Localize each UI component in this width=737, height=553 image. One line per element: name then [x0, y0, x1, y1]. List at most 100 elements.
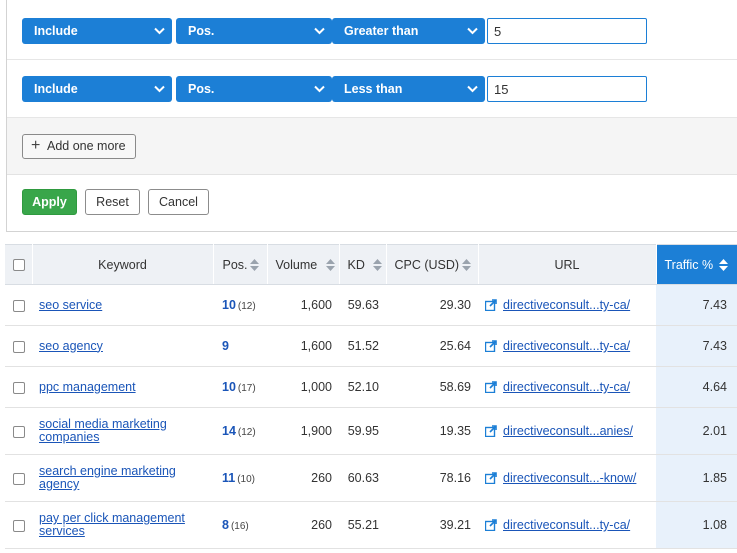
chevron-down-icon — [154, 27, 165, 35]
chevron-down-icon — [314, 27, 325, 35]
keyword-link[interactable]: search engine marketing agency — [39, 464, 176, 491]
url-link[interactable]: directiveconsult...ty-ca/ — [503, 339, 630, 353]
select-all-checkbox[interactable] — [13, 259, 25, 272]
row-checkbox[interactable] — [13, 425, 25, 438]
chevron-down-icon — [154, 85, 165, 93]
column-header-traffic[interactable]: Traffic % — [656, 244, 737, 285]
row-checkbox[interactable] — [13, 472, 25, 485]
table-row: pay per click management services 8 (16) … — [5, 501, 737, 549]
field-dropdown[interactable]: Pos. — [176, 76, 332, 102]
previous-position: (17) — [237, 383, 256, 394]
previous-position: (12) — [237, 301, 256, 312]
external-link-icon[interactable] — [485, 381, 497, 393]
external-link-icon[interactable] — [485, 340, 497, 352]
keyword-link[interactable]: seo agency — [39, 339, 103, 353]
filter-value-input[interactable] — [487, 18, 647, 44]
url-link[interactable]: directiveconsult...anies/ — [503, 424, 633, 438]
position-value[interactable]: 10 — [222, 380, 236, 394]
traffic-cell: 1.85 — [656, 454, 737, 502]
kd-cell: 52.10 — [339, 366, 386, 408]
add-one-more-button[interactable]: + Add one more — [22, 134, 136, 159]
position-value[interactable]: 10 — [222, 298, 236, 312]
cpc-cell: 58.69 — [386, 366, 478, 408]
filter-panel: Include Pos. Greater than Include Pos. L… — [6, 0, 737, 232]
volume-cell: 260 — [267, 501, 339, 549]
table-row: ppc management 10 (17) 1,000 52.10 58.69 … — [5, 366, 737, 408]
kd-cell: 59.63 — [339, 284, 386, 326]
keyword-link[interactable]: ppc management — [39, 380, 136, 394]
plus-icon: + — [31, 137, 41, 154]
url-link[interactable]: directiveconsult...ty-ca/ — [503, 518, 630, 532]
field-dropdown[interactable]: Pos. — [176, 18, 332, 44]
column-header-volume[interactable]: Volume — [267, 244, 340, 285]
keyword-link[interactable]: pay per click management services — [39, 511, 185, 538]
comparator-dropdown[interactable]: Less than — [332, 76, 485, 102]
chevron-down-icon — [467, 85, 478, 93]
external-link-icon[interactable] — [485, 472, 497, 484]
include-dropdown[interactable]: Include — [22, 76, 172, 102]
filter-value-input[interactable] — [487, 76, 647, 102]
url-link[interactable]: directiveconsult...-know/ — [503, 471, 636, 485]
table-row: seo agency 9 1,600 51.52 25.64 directive… — [5, 325, 737, 367]
field-dropdown-label: Pos. — [188, 24, 215, 38]
kd-cell: 51.52 — [339, 325, 386, 367]
column-header-pos[interactable]: Pos. — [213, 244, 268, 285]
reset-button[interactable]: Reset — [85, 189, 140, 215]
kd-cell: 59.95 — [339, 407, 386, 455]
kd-cell: 60.63 — [339, 454, 386, 502]
external-link-icon[interactable] — [485, 519, 497, 531]
row-checkbox[interactable] — [13, 340, 25, 353]
previous-position: (12) — [237, 427, 256, 438]
keyword-link[interactable]: social media marketing companies — [39, 417, 167, 444]
external-link-icon[interactable] — [485, 425, 497, 437]
table-header-row: Keyword Pos. Volume KD CPC (USD) URL Tra… — [5, 244, 737, 285]
position-value[interactable]: 9 — [222, 339, 229, 353]
cpc-cell: 19.35 — [386, 407, 478, 455]
previous-position: (16) — [230, 521, 249, 532]
external-link-icon[interactable] — [485, 299, 497, 311]
volume-cell: 1,900 — [267, 407, 339, 455]
url-link[interactable]: directiveconsult...ty-ca/ — [503, 298, 630, 312]
cpc-cell: 25.64 — [386, 325, 478, 367]
table-row: social media marketing companies 14 (12) … — [5, 407, 737, 455]
column-header-kd[interactable]: KD — [339, 244, 387, 285]
table-row: search engine marketing agency 11 (10) 26… — [5, 454, 737, 502]
apply-button[interactable]: Apply — [22, 189, 77, 215]
sort-icon — [249, 259, 259, 271]
include-dropdown-label: Include — [34, 24, 78, 38]
url-link[interactable]: directiveconsult...ty-ca/ — [503, 380, 630, 394]
position-value[interactable]: 11 — [222, 471, 235, 485]
filter-row: Include Pos. Less than — [7, 60, 737, 118]
column-header-label: URL — [554, 257, 580, 272]
column-header-keyword[interactable]: Keyword — [32, 244, 214, 285]
column-header-cpc[interactable]: CPC (USD) — [386, 244, 479, 285]
comparator-dropdown-label: Greater than — [344, 24, 419, 38]
chevron-down-icon — [467, 27, 478, 35]
field-dropdown-label: Pos. — [188, 82, 215, 96]
row-checkbox[interactable] — [13, 381, 25, 394]
kd-cell: 55.21 — [339, 501, 386, 549]
position-value[interactable]: 8 — [222, 518, 229, 532]
cpc-cell: 29.30 — [386, 284, 478, 326]
volume-cell: 260 — [267, 454, 339, 502]
chevron-down-icon — [314, 85, 325, 93]
row-checkbox[interactable] — [13, 299, 25, 312]
select-all-cell — [5, 244, 33, 285]
sort-icon — [325, 259, 335, 271]
comparator-dropdown-label: Less than — [344, 82, 403, 96]
column-header-label: Pos. — [222, 257, 248, 272]
position-value[interactable]: 14 — [222, 424, 236, 438]
column-header-label: Volume — [275, 257, 318, 272]
keyword-link[interactable]: seo service — [39, 298, 102, 312]
comparator-dropdown[interactable]: Greater than — [332, 18, 485, 44]
include-dropdown[interactable]: Include — [22, 18, 172, 44]
volume-cell: 1,600 — [267, 284, 339, 326]
column-header-url[interactable]: URL — [478, 244, 657, 285]
filter-row: Include Pos. Greater than — [7, 0, 737, 60]
volume-cell: 1,600 — [267, 325, 339, 367]
previous-position: (10) — [237, 474, 256, 485]
cancel-button[interactable]: Cancel — [148, 189, 209, 215]
table-row: seo service 10 (12) 1,600 59.63 29.30 dir… — [5, 284, 737, 326]
row-checkbox[interactable] — [13, 519, 25, 532]
include-dropdown-label: Include — [34, 82, 78, 96]
